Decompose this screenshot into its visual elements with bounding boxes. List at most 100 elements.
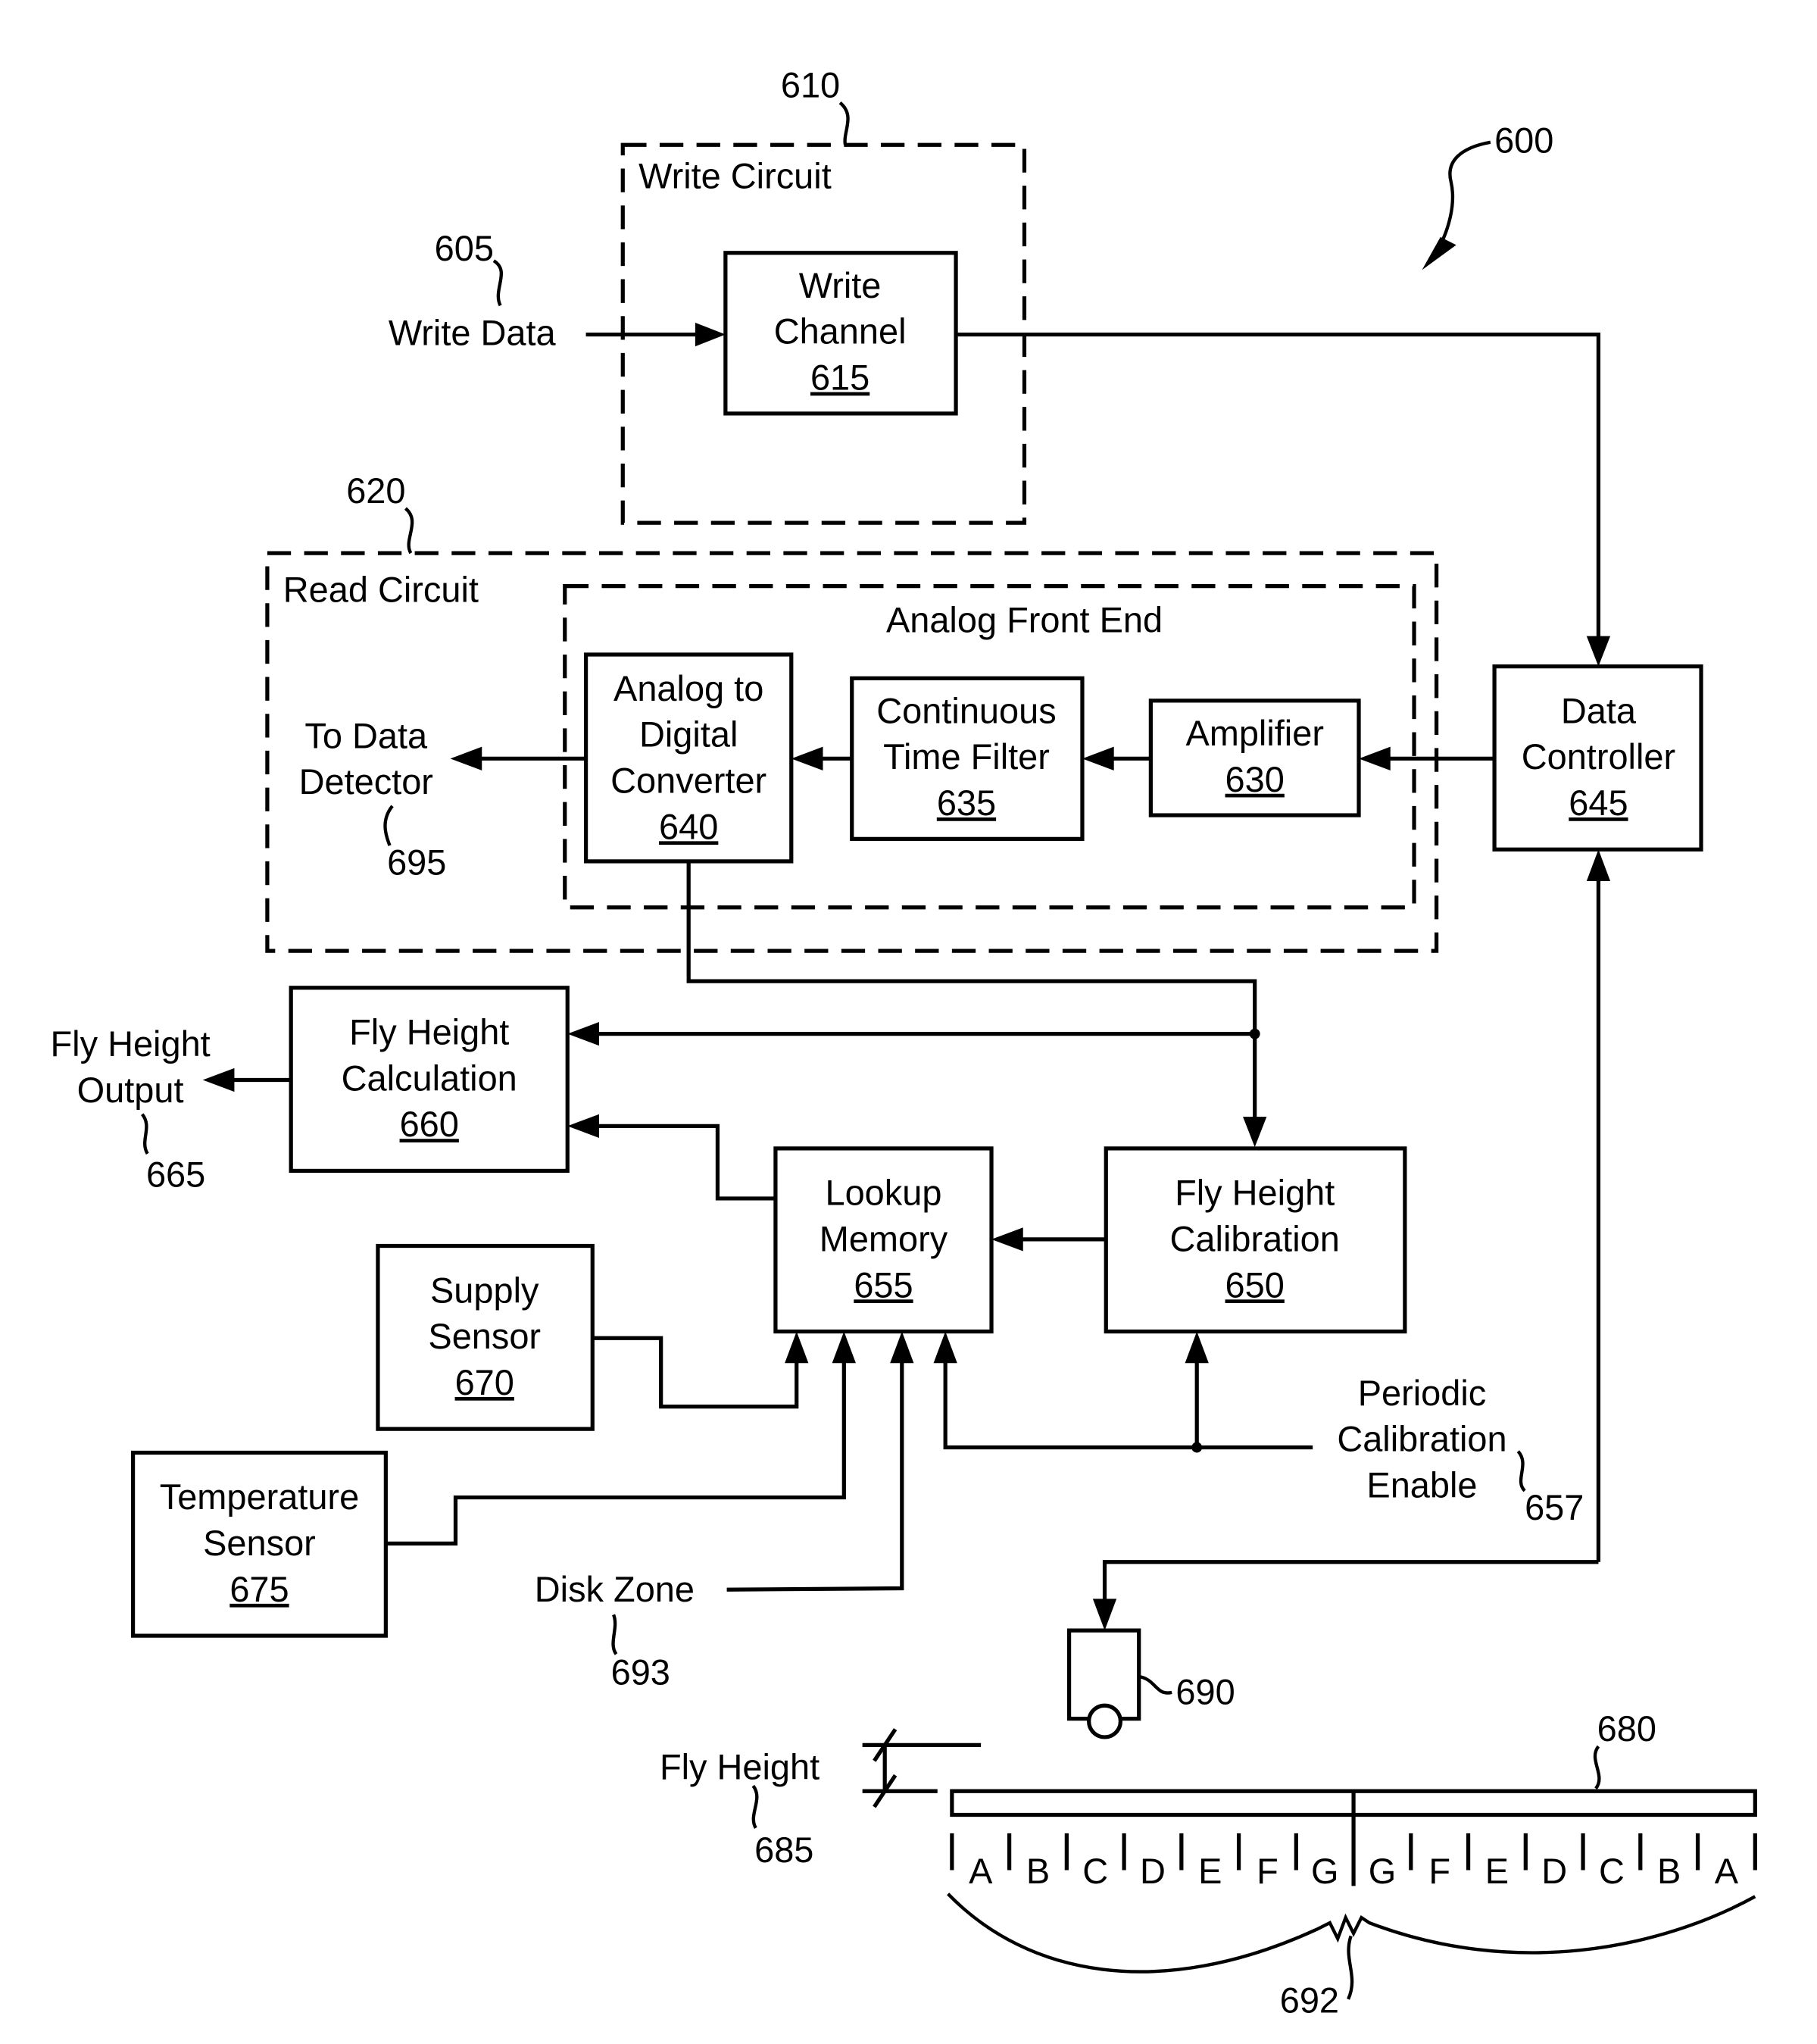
disk-ref: 680 [1597, 1709, 1656, 1749]
adc-line1: Analog to [613, 669, 763, 708]
arrow-icon [1586, 849, 1611, 881]
data-controller-ref: 645 [1569, 783, 1628, 823]
write-data-ref-leader [492, 259, 503, 307]
lookup-to-calc-wire [595, 1124, 776, 1201]
amplifier-line1: Amplifier [1185, 714, 1324, 753]
figure-ref-arrowhead-icon [1422, 236, 1456, 270]
zone-label: E [1198, 1852, 1222, 1891]
read-write-head [1066, 1628, 1141, 1739]
lookup-memory-line2: Memory [820, 1219, 948, 1258]
ctf-ref: 635 [937, 783, 996, 823]
temp-sensor-ref: 675 [229, 1570, 289, 1609]
zone-label: F [1428, 1852, 1450, 1891]
continuous-time-filter-block[interactable]: Continuous Time Filter 635 [850, 676, 1085, 841]
data-controller-line1: Data [1561, 691, 1637, 730]
cal-enable-line2: Calibration [1337, 1420, 1506, 1459]
disk-zone-ref: 693 [611, 1652, 670, 1692]
fly-height-output-ref-leader [140, 1113, 149, 1155]
junction-dot [1191, 1442, 1203, 1453]
write-circuit-label: Write Circuit [638, 157, 832, 196]
data-controller-line2: Controller [1522, 737, 1675, 777]
fly-height-ref: 685 [754, 1830, 813, 1870]
write-circuit-ref: 610 [781, 66, 840, 105]
temp-sensor-line2: Sensor [203, 1524, 316, 1563]
arrow-icon [567, 1114, 599, 1138]
fly-height-calibration-block[interactable]: Fly Height Calibration 650 [1104, 1146, 1407, 1334]
temp-sensor-line1: Temperature [160, 1477, 359, 1517]
to-data-detector-line2: Detector [299, 762, 433, 802]
zone-label: B [1657, 1852, 1681, 1891]
controller-to-head-wire [1102, 1560, 1599, 1602]
write-to-controller-wire [956, 332, 1601, 639]
write-data-label: Write Data [389, 313, 557, 352]
arrow-icon [202, 1067, 235, 1092]
arrow-icon [791, 746, 823, 770]
arrow-icon [450, 746, 482, 770]
to-data-detector-ref-leader [383, 805, 394, 846]
cal-enable-ref-leader [1516, 1450, 1526, 1492]
write-channel-block[interactable]: Write Channel 615 [723, 251, 958, 416]
arrow-icon [567, 1022, 599, 1046]
figure-ref-leader [1436, 140, 1491, 252]
fly-height-cal-line2: Calibration [1170, 1219, 1340, 1258]
arrow-icon [785, 1331, 809, 1364]
adc-block[interactable]: Analog to Digital Converter 640 [583, 652, 794, 864]
arrow-icon [890, 1331, 914, 1364]
disk-zone-ref-leader [611, 1614, 618, 1655]
zone-label: B [1026, 1852, 1050, 1891]
to-data-detector-line1: To Data [304, 716, 428, 755]
head-ref-leader [1138, 1674, 1172, 1695]
supply-sensor-line1: Supply [430, 1270, 539, 1310]
zone-label: G [1311, 1852, 1339, 1891]
zone-brace-ref: 692 [1280, 1980, 1339, 2020]
zone-label: C [1082, 1852, 1108, 1891]
temperature-sensor-block[interactable]: Temperature Sensor 675 [130, 1450, 388, 1638]
cal-enable-ref: 657 [1525, 1488, 1584, 1527]
fly-height-calc-line1: Fly Height [349, 1013, 509, 1052]
write-channel-line2: Channel [774, 312, 907, 352]
fly-height-cal-ref: 650 [1225, 1265, 1285, 1305]
ctf-line2: Time Filter [883, 737, 1050, 777]
adc-line3: Converter [610, 761, 766, 801]
zone-label: E [1485, 1852, 1509, 1891]
disk-zone-label: Disk Zone [535, 1570, 695, 1609]
fly-height-output-line1: Fly Height [50, 1024, 210, 1064]
read-circuit-label: Read Circuit [283, 570, 479, 609]
zone-label: G [1369, 1852, 1396, 1891]
fly-height-calc-line2: Calculation [342, 1058, 517, 1098]
analog-front-end-label: Analog Front End [886, 600, 1163, 639]
arrow-icon [1359, 746, 1391, 770]
adc-ref: 640 [659, 807, 718, 846]
supply-sensor-ref: 670 [455, 1363, 514, 1402]
disk-ref-leader [1593, 1745, 1601, 1790]
arrow-icon [1586, 636, 1611, 667]
write-circuit-ref-leader [838, 101, 850, 145]
zone-label: A [969, 1852, 993, 1891]
arrow-icon [1243, 1117, 1267, 1148]
write-channel-line1: Write [799, 266, 882, 305]
adc-output-wire [686, 861, 1257, 1120]
lookup-memory-block[interactable]: Lookup Memory 655 [773, 1146, 994, 1334]
figure-ref-600: 600 [1494, 121, 1553, 161]
fly-height-calc-ref: 660 [400, 1105, 459, 1144]
arrow-icon [695, 322, 726, 347]
lookup-memory-ref: 655 [854, 1265, 913, 1305]
ctf-line1: Continuous [876, 691, 1056, 730]
fly-height-ref-leader [751, 1784, 759, 1830]
zone-label: A [1715, 1852, 1739, 1891]
amplifier-block[interactable]: Amplifier 630 [1148, 699, 1361, 817]
data-controller-block[interactable]: Data Controller 645 [1492, 664, 1703, 852]
arrow-icon [991, 1227, 1023, 1252]
zone-brace-ref-leader [1347, 1935, 1354, 2000]
zone-label: F [1257, 1852, 1278, 1891]
zone-label: C [1599, 1852, 1625, 1891]
arrow-icon [1092, 1599, 1117, 1631]
arrow-icon [1185, 1331, 1209, 1364]
supply-sensor-block[interactable]: Supply Sensor 670 [376, 1243, 595, 1431]
adc-line2: Digital [639, 715, 738, 755]
zone-label: D [1140, 1852, 1166, 1891]
arrow-icon [1082, 746, 1114, 770]
fly-height-calculation-block[interactable]: Fly Height Calculation 660 [289, 986, 570, 1174]
calibration-enable-wire [943, 1360, 1313, 1450]
to-data-detector-ref: 695 [387, 842, 446, 882]
